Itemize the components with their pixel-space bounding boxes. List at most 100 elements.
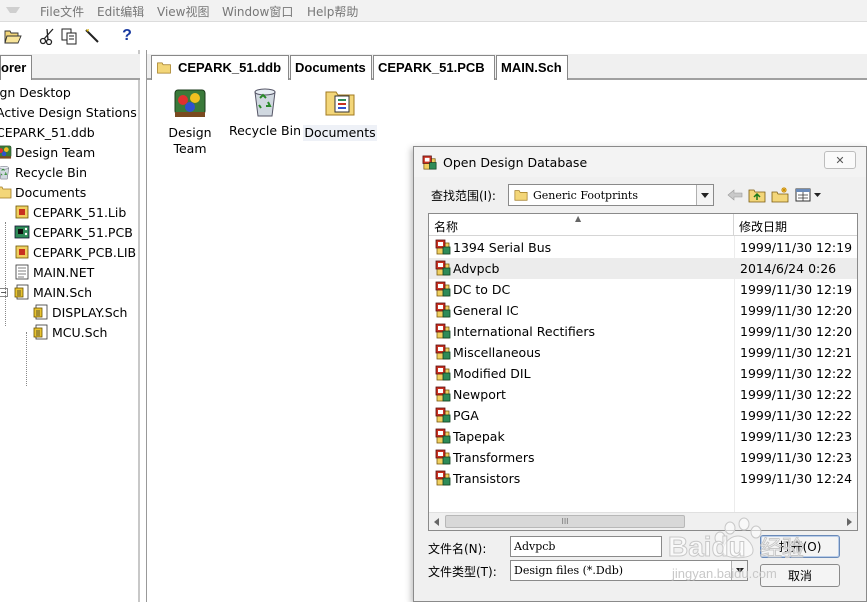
database-file-icon (435, 449, 452, 466)
tree-item-label: MCU.Sch (52, 324, 108, 340)
doc-icon-design-team[interactable]: Design Team (152, 86, 228, 157)
file-list-item[interactable]: Modified DIL 1999/11/30 12:22 (429, 363, 857, 384)
tree-item-label: Design Team (15, 144, 96, 160)
back-button[interactable] (724, 184, 746, 206)
tree-item-label: Recycle Bin (15, 164, 88, 180)
folder-icon (0, 184, 12, 200)
tree-item-desktop[interactable]: ign Desktop (0, 82, 71, 102)
file-type-select[interactable]: Design files (*.Ddb) (510, 560, 748, 581)
paste-button[interactable] (81, 25, 103, 47)
column-header-name[interactable]: 名称 ▲ (429, 214, 734, 236)
cancel-button[interactable]: 取消 (760, 564, 840, 587)
tab-cepark-ddb[interactable]: CEPARK_51.ddb (151, 55, 289, 80)
close-button[interactable]: ✕ (824, 151, 856, 169)
doc-icon-documents[interactable]: Documents (303, 86, 377, 141)
tree-item-cepark-lib[interactable]: CEPARK_51.Lib (14, 202, 126, 222)
new-folder-button[interactable] (769, 184, 791, 206)
tree-item-label: Active Design Stations (0, 104, 137, 120)
tree-item-design-team[interactable]: Design Team (0, 142, 95, 162)
file-list-item[interactable]: DC to DC 1999/11/30 12:19 (429, 279, 857, 300)
dialog-title-bar[interactable]: Open Design Database ✕ (414, 147, 866, 177)
menu-window[interactable]: Window窗口 (222, 3, 293, 20)
look-in-select[interactable]: Generic Footprints (508, 184, 714, 206)
file-list-item[interactable]: 1394 Serial Bus 1999/11/30 12:19 (429, 237, 857, 258)
horizontal-scrollbar[interactable]: III (429, 512, 857, 530)
open-folder-button[interactable] (2, 25, 24, 47)
menu-edit[interactable]: Edit编辑 (97, 3, 144, 20)
menu-view[interactable]: View视图 (157, 3, 209, 20)
file-list-item[interactable]: Newport 1999/11/30 12:22 (429, 384, 857, 405)
tab-label: MAIN.Sch (501, 60, 562, 75)
file-list-item[interactable]: Advpcb 2014/6/24 0:26 (429, 258, 857, 279)
tab-cepark-pcb[interactable]: CEPARK_51.PCB (373, 55, 495, 80)
tree-item-mcu-sch[interactable]: MCU.Sch (33, 322, 107, 342)
schematic-icon (33, 304, 49, 320)
tab-main-sch[interactable]: MAIN.Sch (496, 55, 568, 80)
tree-item-main-net[interactable]: MAIN.NET (14, 262, 94, 282)
chevron-down-icon[interactable] (696, 185, 713, 205)
scroll-right-icon[interactable] (843, 516, 855, 528)
copy-button[interactable] (58, 25, 80, 47)
tree-item-recycle-bin[interactable]: Recycle Bin (0, 162, 87, 182)
tree-item-documents[interactable]: Documents (0, 182, 86, 202)
schematic-icon (33, 324, 49, 340)
file-list-item[interactable]: General IC 1999/11/30 12:20 (429, 300, 857, 321)
doc-icon-label: Documents (303, 125, 377, 141)
tree-item-cepark-pcb[interactable]: CEPARK_51.PCB (14, 222, 133, 242)
help-icon: ? (122, 27, 132, 44)
database-file-icon (435, 260, 452, 277)
tree-item-display-sch[interactable]: DISPLAY.Sch (33, 302, 127, 322)
tree-item-cepark-pcb-lib[interactable]: CEPARK_PCB.LIB (14, 242, 136, 262)
tab-label: CEPARK_51.ddb (178, 60, 282, 75)
file-modified-date: 1999/11/30 12:24 (740, 471, 853, 486)
file-list: 名称 ▲ 修改日期 1394 Serial Bus 1999/11/30 12:1… (428, 213, 858, 531)
file-name: Modified DIL (453, 366, 531, 381)
cut-button[interactable] (37, 25, 59, 47)
menu-help[interactable]: Help帮助 (307, 3, 358, 20)
menu-file[interactable]: File文件 (40, 3, 84, 20)
open-folder-icon (4, 30, 22, 44)
tree-item-active-design-stations[interactable]: Active Design Stations (0, 102, 137, 122)
column-header-label: 修改日期 (739, 220, 788, 234)
explorer-tree: ign Desktop Active Design Stations CEPAR… (0, 82, 138, 592)
collapse-toggle[interactable]: − (0, 287, 8, 297)
scrollbar-thumb[interactable]: III (445, 515, 685, 528)
file-list-item[interactable]: PGA 1999/11/30 12:22 (429, 405, 857, 426)
tab-documents[interactable]: Documents (290, 55, 372, 80)
tree-item-label: CEPARK_51.PCB (33, 224, 133, 240)
scroll-left-icon[interactable] (431, 516, 443, 528)
tab-explorer[interactable]: orer (0, 55, 32, 80)
file-list-item[interactable]: Tapepak 1999/11/30 12:23 (429, 426, 857, 447)
database-file-icon (435, 239, 452, 256)
tree-item-ddb[interactable]: CEPARK_51.ddb (0, 122, 95, 142)
database-file-icon (435, 281, 452, 298)
tree-item-label: CEPARK_PCB.LIB (33, 244, 137, 260)
column-header-modified[interactable]: 修改日期 (734, 214, 857, 236)
chevron-down-icon[interactable] (731, 561, 747, 580)
file-modified-date: 1999/11/30 12:22 (740, 387, 853, 402)
database-file-icon (435, 344, 452, 361)
explorer-panel: orer ign Desktop Active Design Stations … (0, 50, 140, 602)
file-list-item[interactable]: Miscellaneous 1999/11/30 12:21 (429, 342, 857, 363)
file-modified-date: 1999/11/30 12:22 (740, 408, 853, 423)
help-button[interactable]: ? (116, 25, 138, 47)
file-modified-date: 1999/11/30 12:19 (740, 282, 853, 297)
design-team-icon (173, 86, 207, 120)
netlist-icon (14, 264, 30, 280)
database-file-icon (435, 428, 452, 445)
file-list-item[interactable]: International Rectifiers 1999/11/30 12:20 (429, 321, 857, 342)
look-in-value: Generic Footprints (533, 189, 638, 202)
up-folder-button[interactable] (746, 184, 768, 206)
database-file-icon (435, 302, 452, 319)
design-team-icon (0, 144, 12, 160)
file-list-item[interactable]: Transformers 1999/11/30 12:23 (429, 447, 857, 468)
file-name: Advpcb (453, 261, 500, 276)
open-button[interactable]: 打开(O) (760, 535, 840, 558)
file-name-input[interactable]: Advpcb (510, 536, 662, 557)
tree-item-main-sch[interactable]: − MAIN.Sch (0, 282, 92, 302)
copy-icon (61, 28, 77, 45)
file-list-item[interactable]: Transistors 1999/11/30 12:24 (429, 468, 857, 489)
doc-icon-recycle-bin[interactable]: Recycle Bin (227, 84, 303, 139)
view-menu-button[interactable] (794, 184, 824, 206)
recycle-bin-icon (0, 164, 12, 180)
